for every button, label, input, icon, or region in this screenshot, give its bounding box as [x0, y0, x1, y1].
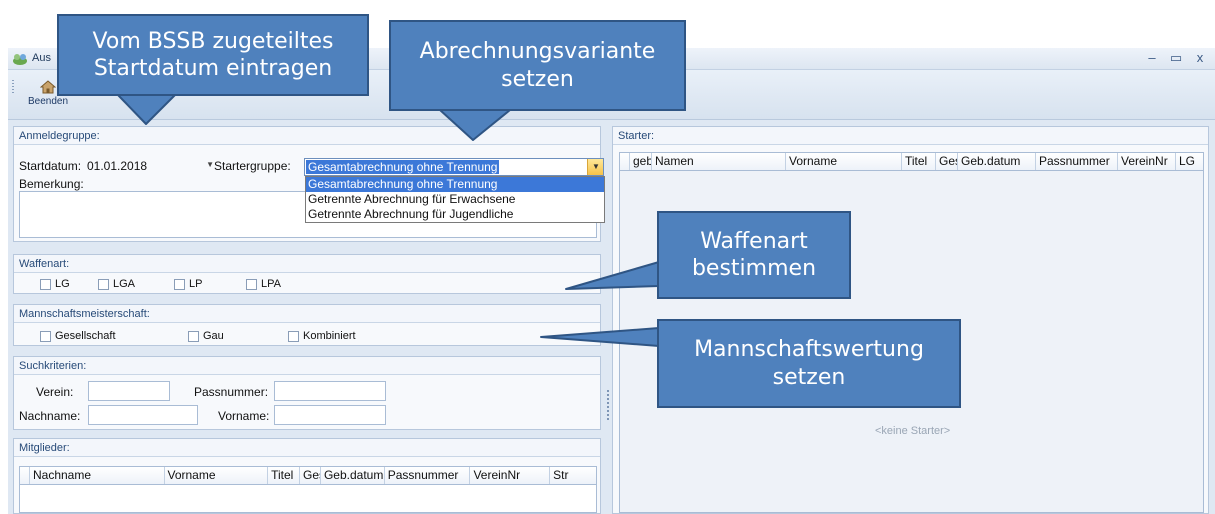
- column-header[interactable]: Namen: [652, 153, 786, 170]
- column-header[interactable]: Titel: [902, 153, 936, 170]
- callout-startdatum-text: Vom BSSB zugeteiltes Startdatum eintrage…: [92, 28, 334, 82]
- mitglieder-panel: Mitglieder: Nachname Vorname Titel Ges G…: [13, 438, 601, 514]
- checkbox-icon[interactable]: [98, 278, 109, 290]
- startdatum-value: 01.01.2018: [87, 159, 148, 173]
- mannschaft-panel: Mannschaftsmeisterschaft: Gesellschaft G…: [13, 304, 601, 346]
- checkbox-label: Gau: [203, 330, 224, 342]
- nachname-input[interactable]: [88, 405, 198, 425]
- startergruppe-value: Gesamtabrechnung ohne Trennung: [306, 160, 500, 174]
- vorname-label: Vorname:: [218, 409, 270, 423]
- column-header[interactable]: Geb.datum: [321, 467, 385, 484]
- dropdown-option[interactable]: Gesamtabrechnung ohne Trennung: [306, 177, 604, 192]
- startergruppe-select[interactable]: Gesamtabrechnung ohne Trennung ▼: [304, 158, 604, 176]
- checkbox-kombiniert[interactable]: Kombiniert: [288, 330, 356, 342]
- callout-mannschaft-text: Mannschaftswertung setzen: [694, 337, 924, 390]
- startergruppe-dropdown-list: Gesamtabrechnung ohne Trennung Getrennte…: [305, 176, 605, 223]
- column-header[interactable]: Vorname: [786, 153, 902, 170]
- anmeldegruppe-panel: Anmeldegruppe: Startdatum: 01.01.2018 ▼ …: [13, 126, 605, 242]
- startdatum-picker[interactable]: 01.01.2018 ▼: [84, 158, 218, 176]
- column-header[interactable]: Vorname: [165, 467, 269, 484]
- callout-abrechnung: Abrechnungsvariante setzen: [389, 20, 686, 111]
- column-header[interactable]: Passnummer: [385, 467, 471, 484]
- anmeldegruppe-header: Anmeldegruppe:: [14, 127, 600, 145]
- waffenart-header: Waffenart:: [14, 255, 600, 273]
- checkbox-lp[interactable]: LP: [174, 278, 202, 290]
- nachname-label: Nachname:: [19, 409, 81, 423]
- beenden-label: Beenden: [28, 96, 69, 107]
- window-title: Aus: [32, 52, 51, 64]
- maximize-button[interactable]: ▭: [1169, 50, 1183, 66]
- checkbox-icon[interactable]: [40, 330, 51, 342]
- starter-header: Starter:: [613, 127, 1208, 145]
- row-indicator-column: [20, 467, 30, 484]
- column-header[interactable]: LG: [1176, 153, 1203, 170]
- passnummer-input[interactable]: [274, 381, 386, 401]
- main-content: Anmeldegruppe: Startdatum: 01.01.2018 ▼ …: [8, 120, 1215, 514]
- row-indicator-column: [620, 153, 630, 170]
- checkbox-icon[interactable]: [40, 278, 51, 290]
- checkbox-gesellschaft[interactable]: Gesellschaft: [40, 330, 116, 342]
- app-icon: [13, 54, 27, 65]
- column-header[interactable]: Str: [550, 467, 596, 484]
- bemerkung-label: Bemerkung:: [19, 177, 84, 191]
- column-header[interactable]: VereinNr: [470, 467, 551, 484]
- suchkriterien-header: Suchkriterien:: [14, 357, 600, 375]
- chevron-down-icon: ▼: [592, 162, 600, 171]
- checkbox-label: LG: [55, 278, 70, 290]
- startergruppe-label: Startergruppe:: [214, 159, 291, 173]
- passnummer-label: Passnummer:: [194, 385, 269, 399]
- starter-grid-header: geb Namen Vorname Titel Ges Geb.datum Pa…: [619, 152, 1204, 171]
- checkbox-label: LPA: [261, 278, 281, 290]
- checkbox-label: Gesellschaft: [55, 330, 116, 342]
- startdatum-label: Startdatum:: [19, 159, 82, 173]
- callout-waffenart: Waffenart bestimmen: [657, 211, 851, 299]
- home-icon: [40, 80, 56, 94]
- column-header[interactable]: Nachname: [30, 467, 165, 484]
- panel-splitter[interactable]: [605, 120, 611, 514]
- callout-startdatum: Vom BSSB zugeteiltes Startdatum eintrage…: [57, 14, 369, 96]
- checkbox-icon[interactable]: [246, 278, 257, 290]
- callout-waffenart-text: Waffenart bestimmen: [691, 228, 817, 282]
- checkbox-label: Kombiniert: [303, 330, 356, 342]
- column-header[interactable]: Titel: [268, 467, 301, 484]
- vorname-input[interactable]: [274, 405, 386, 425]
- minimize-button[interactable]: –: [1145, 50, 1159, 66]
- checkbox-label: LGA: [113, 278, 136, 290]
- column-header[interactable]: Geb.datum: [958, 153, 1036, 170]
- close-button[interactable]: x: [1193, 50, 1207, 66]
- column-header[interactable]: geb: [630, 153, 652, 170]
- waffenart-panel: Waffenart: LG LGA LP LPA: [13, 254, 601, 294]
- chevron-down-icon[interactable]: ▼: [206, 160, 214, 169]
- suchkriterien-panel: Suchkriterien: Verein: Passnummer: Nachn…: [13, 356, 601, 430]
- dropdown-button[interactable]: ▼: [587, 159, 603, 175]
- dropdown-option[interactable]: Getrennte Abrechnung für Erwachsene: [306, 192, 604, 207]
- callout-abrechnung-text: Abrechnungsvariante setzen: [419, 39, 656, 92]
- callout-mannschaft: Mannschaftswertung setzen: [657, 319, 961, 408]
- empty-starter-note: <keine Starter>: [875, 425, 951, 437]
- column-header[interactable]: Passnummer: [1036, 153, 1118, 170]
- mitglieder-grid-header: Nachname Vorname Titel Ges Geb.datum Pas…: [19, 466, 597, 485]
- checkbox-lg[interactable]: LG: [40, 278, 70, 290]
- column-header[interactable]: VereinNr: [1118, 153, 1176, 170]
- checkbox-icon[interactable]: [174, 278, 185, 290]
- checkbox-icon[interactable]: [288, 330, 299, 342]
- splitter-grip-icon[interactable]: [607, 390, 609, 420]
- column-header[interactable]: Ges: [936, 153, 958, 170]
- checkbox-lpa[interactable]: LPA: [246, 278, 281, 290]
- column-header[interactable]: Ges: [300, 467, 321, 484]
- checkbox-lga[interactable]: LGA: [98, 278, 135, 290]
- checkbox-icon[interactable]: [188, 330, 199, 342]
- dropdown-option[interactable]: Getrennte Abrechnung für Jugendliche: [306, 207, 604, 222]
- mannschaft-header: Mannschaftsmeisterschaft:: [14, 305, 600, 323]
- checkbox-label: LP: [189, 278, 203, 290]
- checkbox-gau[interactable]: Gau: [188, 330, 224, 342]
- mitglieder-header: Mitglieder:: [14, 439, 600, 457]
- toolbar-grip-icon[interactable]: [12, 80, 14, 94]
- verein-input[interactable]: [88, 381, 170, 401]
- mitglieder-grid-body[interactable]: [19, 485, 597, 513]
- verein-label: Verein:: [36, 385, 74, 399]
